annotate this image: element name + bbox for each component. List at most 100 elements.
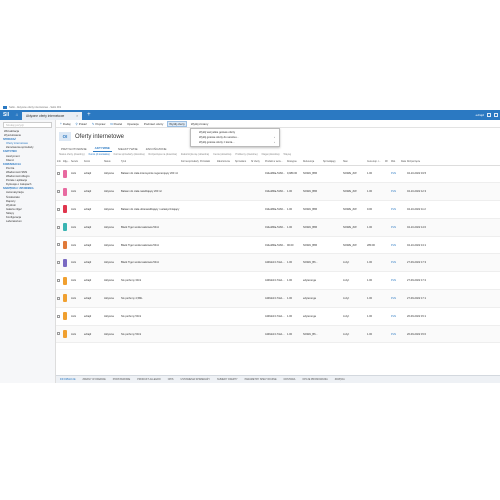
detail-tab[interactable]: ZMIANY W OFERCIE xyxy=(83,378,106,381)
table-row[interactable]: ALG edrajd Aktywna Sis perfumy 30ml 444Mo13-… xyxy=(56,271,500,291)
maximize-icon[interactable] xyxy=(494,113,498,117)
row-checkbox[interactable] xyxy=(57,279,60,283)
date-cell: 27-09-2022 17:3 xyxy=(407,261,427,265)
filter-chip[interactable]: Forma sprzedaży (dowolna) xyxy=(114,153,145,156)
table-cell: 444Mo13-73e1... xyxy=(264,253,286,273)
home-icon[interactable]: ⌂ xyxy=(12,110,22,120)
minimize-icon[interactable] xyxy=(487,113,491,117)
table-cell xyxy=(250,289,264,308)
close-icon[interactable]: × xyxy=(76,112,78,120)
table-row[interactable]: ALG edrajd Aktywna Sis perfumy 50ml 444Mo13-… xyxy=(56,307,500,326)
table-cell xyxy=(62,165,70,184)
table-cell: Aktywna xyxy=(103,253,120,273)
table-row[interactable]: ALG edrajd Aktywna Balsam do ciała ultranaw… xyxy=(56,200,500,219)
edit-button[interactable]: ✎ Popraw xyxy=(91,121,106,127)
row-checkbox[interactable] xyxy=(57,207,60,211)
detail-tab[interactable]: OPCJE PROMOWANIA xyxy=(302,378,327,381)
available-cell: 90.00 xyxy=(287,243,294,247)
date-cell: 26-09-2022 15:0 xyxy=(407,332,427,336)
product-thumbnail xyxy=(63,241,67,250)
filter-chip[interactable]: Cenia (dowolna) xyxy=(213,153,231,156)
product-cell: 444Mo13-73e1... xyxy=(265,261,285,265)
tab-ended[interactable]: ZAKOŃCZONE xyxy=(144,146,169,152)
row-checkbox[interactable] xyxy=(57,172,60,176)
send-changes-button[interactable]: Wyślij zmiany xyxy=(190,121,209,127)
product-thumbnail xyxy=(63,312,67,321)
table-cell: PLN xyxy=(390,271,400,291)
tab-inactive[interactable]: NIEAKTYWNE xyxy=(116,146,140,152)
row-checkbox[interactable] xyxy=(57,261,60,265)
app-icon xyxy=(3,105,7,109)
row-checkbox[interactable] xyxy=(57,190,60,194)
table-cell: edrajd xyxy=(83,182,103,202)
table-row[interactable]: ALG edrajd Aktywna Sis perfumy 50ml 444Mo13-… xyxy=(56,325,500,344)
document-tab[interactable]: Aktywne oferty internetowe × xyxy=(22,112,83,120)
detail-tab[interactable]: USTAWIENIA SPRZEDAŻY xyxy=(180,378,210,381)
operations-button[interactable]: Operacje xyxy=(126,121,140,127)
status-cell: Aktywna xyxy=(104,332,114,336)
table-row[interactable]: ALG edrajd Aktywna Black Tiger woda toaleto… xyxy=(56,253,500,273)
table-cell: 26-09-2022 15:1 xyxy=(406,307,500,326)
detail-tab[interactable]: NUMERY OFERTY xyxy=(217,378,238,381)
duplicate-button-label: Powiel xyxy=(113,121,123,126)
row-checkbox[interactable] xyxy=(57,314,60,318)
user-name[interactable]: edrajd xyxy=(476,113,484,117)
table-cell: 014eMRa-5160... xyxy=(264,182,286,202)
add-button[interactable]: + Dodaj xyxy=(59,121,71,127)
date-cell: 04-10-2022 14:0 xyxy=(407,225,427,229)
product-cell: 014eMRa-5160... xyxy=(265,243,286,247)
sidebar-search-input[interactable]: Szukaj pozycji xyxy=(3,122,52,128)
table-cell: 9.00 xyxy=(366,200,384,219)
table-row[interactable]: ALG edrajd Aktywna Black Tiger woda toaleto… xyxy=(56,218,500,237)
filter-chip[interactable]: Zakończyła się (dowolna) xyxy=(181,153,209,156)
table-cell: edrajd xyxy=(83,289,103,308)
table-row[interactable]: ALG edrajd Aktywna Sis perfumy 4,5ML 444Mo13… xyxy=(56,289,500,308)
table-cell: NOWE_ZW xyxy=(342,236,366,255)
table-cell xyxy=(199,218,216,237)
table-cell: Balsam do ciała intensywnie regenerujący… xyxy=(120,165,180,184)
table-cell: Aktywna xyxy=(103,271,120,291)
row-checkbox[interactable] xyxy=(57,296,60,300)
filter-chip[interactable]: Więcej xyxy=(284,153,292,156)
detail-tab[interactable]: ZDJĘCIA xyxy=(335,378,345,381)
account-cell: edrajd xyxy=(84,314,92,318)
table-cell: 444Mo13-73e1... xyxy=(264,325,286,344)
show-button[interactable]: ⚲ Pokaż xyxy=(74,121,87,127)
account-cell: edrajd xyxy=(84,243,92,247)
product-thumbnail xyxy=(63,187,67,196)
duplicate-button[interactable]: ⧉ Powiel xyxy=(109,121,123,127)
table-cell xyxy=(199,307,216,326)
filter-chip[interactable]: Flaga (dowolna) xyxy=(262,153,280,156)
sidebar-item[interactable]: Laboratorium xyxy=(0,220,55,224)
new-tab-icon[interactable]: + xyxy=(87,110,91,120)
table-cell: NOWA_B6... xyxy=(302,325,322,344)
table-row[interactable]: ALG edrajd Aktywna Balsam do ciała intensyw… xyxy=(56,165,500,184)
detail-tab[interactable]: OPIS xyxy=(168,378,174,381)
table-cell: 1.00 xyxy=(366,253,384,273)
product-thumbnail xyxy=(63,169,67,178)
table-cell: 04-10-2022 14:0 xyxy=(406,218,500,237)
row-checkbox[interactable] xyxy=(57,332,60,336)
row-checkbox[interactable] xyxy=(57,225,60,229)
table-row[interactable]: ALG edrajd Aktywna Black Tiger woda toaleto… xyxy=(56,236,500,255)
send-offers-button[interactable]: Wyślij oferty xyxy=(167,120,187,127)
table-cell xyxy=(234,271,250,291)
table-row[interactable]: ALG edrajd Aktywna Balsam do ciała nawilżaj… xyxy=(56,182,500,202)
search-icon: ⚲ xyxy=(75,121,78,126)
detail-tab[interactable]: PODSTAWOWE xyxy=(113,378,131,381)
tab-active[interactable]: AKTYWNE xyxy=(92,145,112,152)
detail-tab[interactable]: PARAMETRY SPECYFICZNE xyxy=(245,378,277,381)
menu-item-send-from-account[interactable]: Wyślij gotowe oferty z konta... › xyxy=(191,140,279,145)
filter-chip[interactable]: Status oferty (dowolny) xyxy=(59,153,85,156)
replace-offers-button[interactable]: Podmień oferty xyxy=(143,121,164,127)
filter-chip[interactable]: Problemy (dowolne) xyxy=(235,153,257,156)
detail-tab[interactable]: PRODUKT ALLEGRO xyxy=(137,378,160,381)
detail-tab[interactable]: DOSTAWA xyxy=(284,378,296,381)
filter-chip[interactable]: Rozpoczęta na (dowolna) xyxy=(149,153,177,156)
table-cell xyxy=(322,182,342,202)
tab-prepared[interactable]: PRZYGOTOWANE xyxy=(59,146,89,152)
row-checkbox[interactable] xyxy=(57,243,60,247)
detail-tab[interactable]: INFORMACJE xyxy=(60,378,76,381)
offers-table-wrap: Info Zdję... Serwis Konto Status Tytuł Forma s… xyxy=(56,160,500,344)
filter-chip[interactable]: Konto (d.konkatka) xyxy=(89,153,110,156)
